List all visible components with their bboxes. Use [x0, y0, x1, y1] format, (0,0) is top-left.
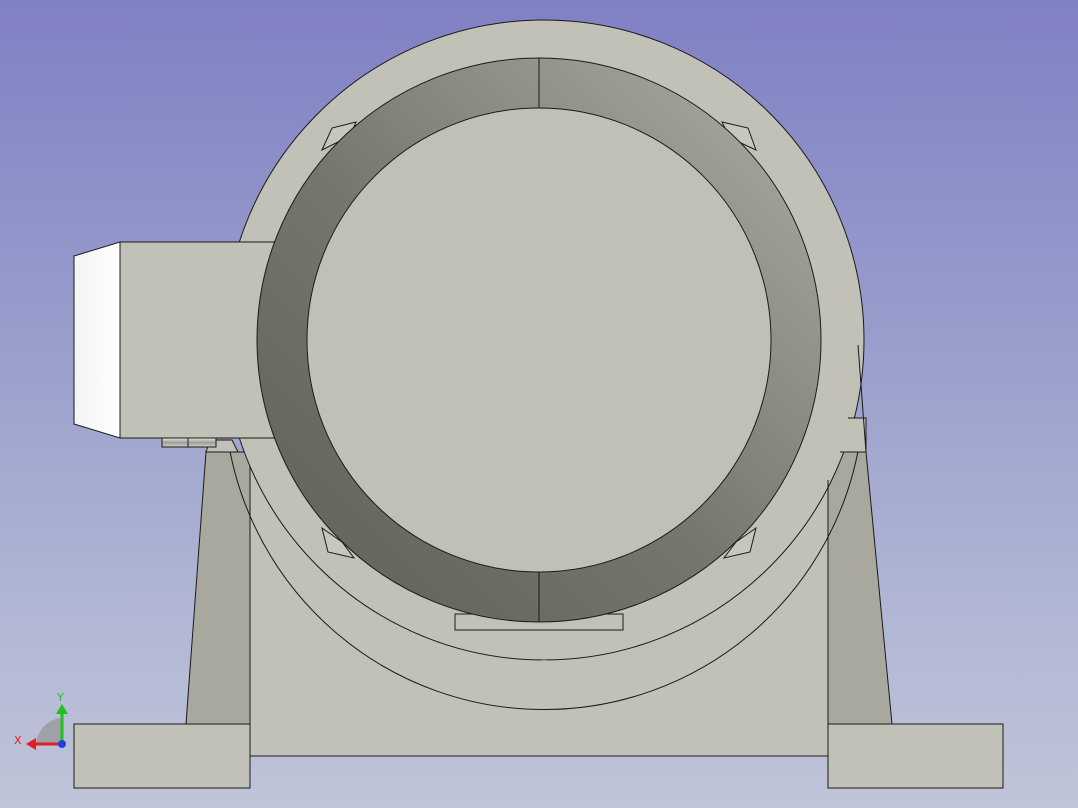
x-axis-label: X	[14, 734, 22, 747]
y-axis-arrow-head-icon	[56, 704, 68, 714]
x-axis-arrow-head-icon	[26, 738, 36, 750]
model-view[interactable]: Y X	[0, 0, 1078, 808]
axis-triad[interactable]: Y X	[14, 691, 68, 750]
side-box-face	[119, 241, 281, 439]
z-axis-dot-icon	[58, 740, 66, 748]
side-box-white-face	[73, 241, 121, 439]
y-axis-label: Y	[56, 691, 64, 704]
right-foot	[827, 723, 1004, 789]
bearing-inner-disk	[306, 107, 772, 573]
left-foot	[73, 723, 251, 789]
side-pin	[161, 437, 217, 448]
pillow-block-housing[interactable]	[73, 19, 1004, 789]
3d-viewport[interactable]: Y X	[0, 0, 1078, 808]
triad-quadrant	[36, 718, 62, 744]
